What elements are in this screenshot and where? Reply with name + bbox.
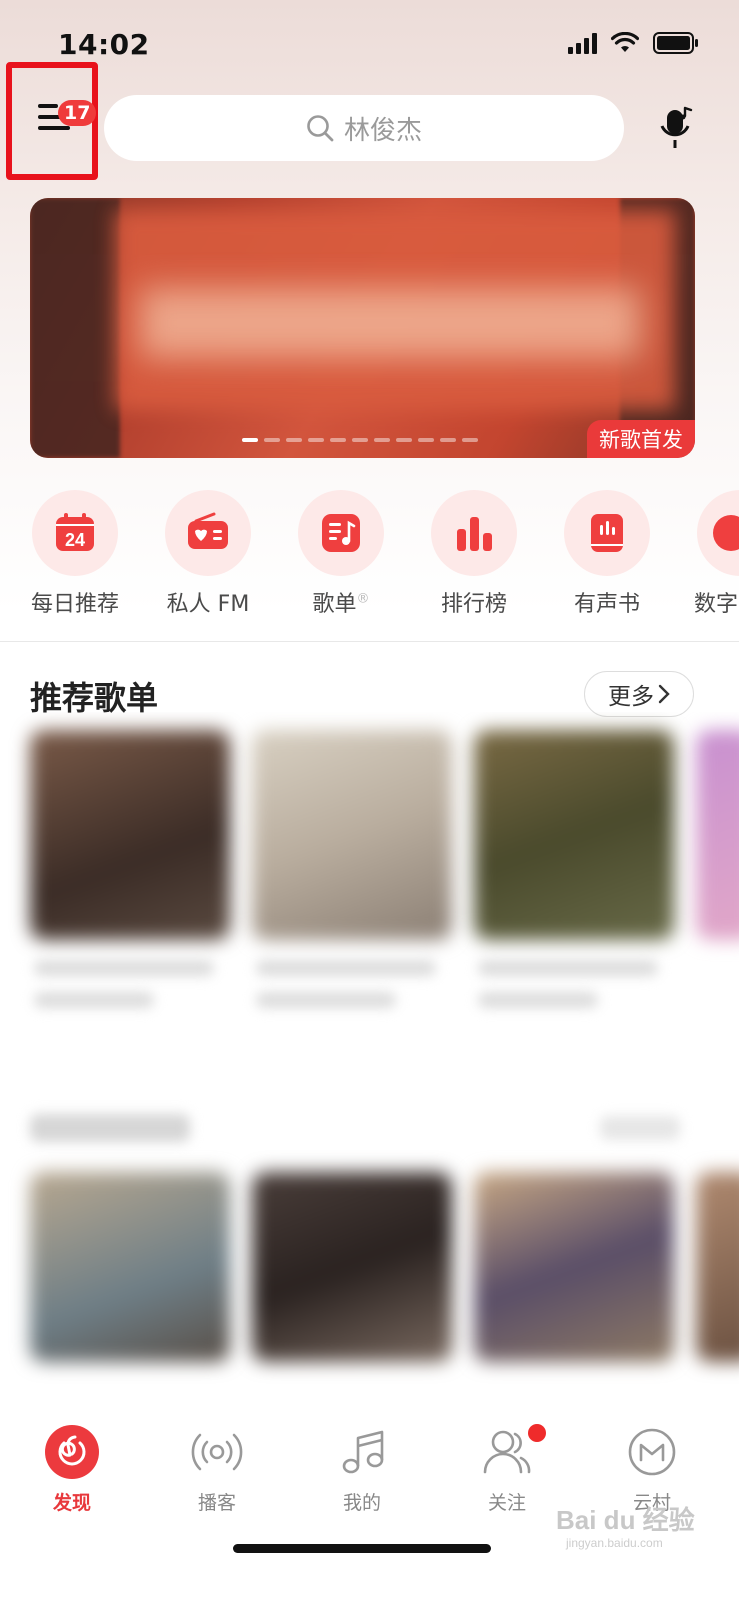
quick-link-digital[interactable]: 数字 (680, 490, 739, 618)
banner-dot (440, 438, 456, 442)
status-time: 14:02 (58, 28, 150, 61)
playlist-card[interactable] (696, 730, 739, 940)
banner-dot (374, 438, 390, 442)
signal-icon (568, 32, 597, 54)
discover-icon (45, 1425, 99, 1479)
banner-dot (286, 438, 302, 442)
quick-link-fm[interactable]: 私人 FM (148, 490, 268, 618)
menu-button[interactable]: 17 (6, 62, 98, 180)
banner-dot (242, 438, 258, 442)
playlist-card[interactable] (474, 1172, 674, 1362)
quick-link-label: 数字 (694, 592, 739, 617)
banner-pagination (242, 438, 478, 442)
playlist-card[interactable] (252, 730, 452, 940)
baidu-watermark-url: jingyan.baidu.com (566, 1536, 663, 1550)
playlist-card[interactable] (30, 1172, 230, 1362)
quick-link-label: 有声书 (573, 592, 640, 617)
quick-link-daily[interactable]: 24 每日推荐 (15, 490, 135, 618)
digital-icon (713, 515, 739, 551)
playlist-card[interactable] (696, 1172, 739, 1362)
quick-link-chart[interactable]: 排行榜 (414, 490, 534, 618)
more-button[interactable]: 更多 (584, 671, 694, 717)
tab-label: 关注 (487, 1492, 526, 1514)
calendar-day: 24 (65, 530, 85, 550)
banner-dot (308, 438, 324, 442)
banner-tag: 新歌首发 (587, 420, 695, 458)
voice-search-icon[interactable] (658, 106, 694, 150)
banner-dot (418, 438, 434, 442)
registered-mark: ® (356, 591, 370, 607)
chart-bars-icon (457, 517, 492, 551)
chevron-right-icon (658, 684, 670, 704)
quick-link-label: 每日推荐 (30, 592, 119, 617)
follow-icon (483, 1430, 531, 1474)
section-divider (0, 641, 739, 642)
playlist-icon (322, 514, 360, 552)
notification-badge: 17 (58, 100, 97, 126)
tab-label: 播客 (197, 1492, 236, 1514)
tab-mine[interactable]: 我的 (312, 1424, 412, 1515)
battery-icon (653, 32, 698, 54)
banner-dot (396, 438, 412, 442)
status-icons (568, 32, 699, 54)
banner-dot (330, 438, 346, 442)
tab-label: 我的 (342, 1492, 381, 1514)
playlist-card[interactable] (474, 730, 674, 940)
tab-podcast[interactable]: 播客 (167, 1424, 267, 1515)
quick-link-label: 私人 FM (166, 592, 250, 617)
quick-link-playlist[interactable]: 歌单® (281, 490, 401, 618)
podcast-icon (191, 1433, 243, 1471)
quick-link-label: 歌单 (312, 592, 357, 617)
banner-dot (352, 438, 368, 442)
follow-notification-dot (528, 1424, 546, 1442)
tab-discover[interactable]: 发现 (22, 1424, 122, 1515)
playlist-card[interactable] (30, 730, 230, 940)
music-note-icon (342, 1430, 384, 1474)
search-icon (307, 115, 334, 142)
quick-links: 24 每日推荐 私人 FM 歌单® 排行榜 有声书 数字 (0, 490, 739, 620)
banner-dot (264, 438, 280, 442)
search-placeholder: 林俊杰 (343, 115, 422, 146)
radio-icon (188, 512, 228, 549)
home-indicator (233, 1544, 491, 1553)
quick-link-label: 排行榜 (440, 592, 507, 617)
playlist-card[interactable] (252, 1172, 452, 1362)
tab-label: 发现 (52, 1492, 91, 1514)
promo-banner[interactable]: 新歌首发 (30, 198, 695, 458)
search-bar[interactable]: 林俊杰 (104, 95, 624, 161)
wifi-icon (611, 32, 639, 52)
audiobook-icon (591, 514, 623, 552)
calendar-24-icon: 24 (56, 513, 94, 551)
playlist-area-blurred (0, 712, 739, 1412)
more-label: 更多 (608, 684, 654, 710)
quick-link-audiobook[interactable]: 有声书 (547, 490, 667, 618)
banner-dot (462, 438, 478, 442)
baidu-watermark: Bai du 经验 (556, 1505, 695, 1535)
cloud-village-icon (628, 1428, 676, 1476)
